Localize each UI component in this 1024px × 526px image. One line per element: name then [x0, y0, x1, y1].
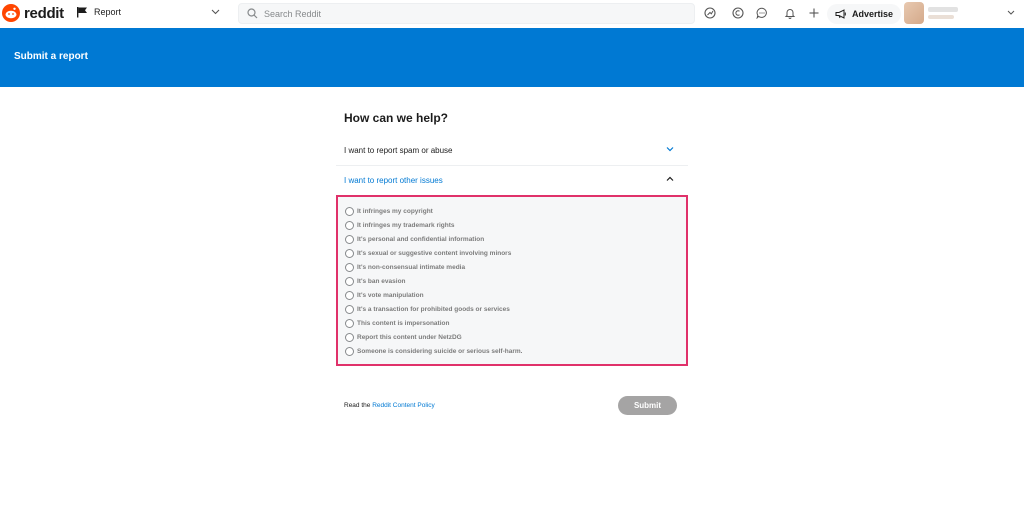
search-icon [247, 8, 258, 19]
submit-button[interactable]: Submit [618, 396, 677, 415]
accordion-label: I want to report spam or abuse [344, 146, 453, 155]
community-switcher-label: Report [94, 7, 122, 17]
radio-button[interactable] [345, 291, 354, 300]
radio-button[interactable] [345, 221, 354, 230]
advertise-label: Advertise [852, 9, 894, 19]
chevron-down-icon[interactable] [211, 9, 220, 15]
report-option-label: It infringes my trademark rights [357, 222, 455, 229]
accordion-report-other[interactable]: I want to report other issues [336, 167, 688, 195]
community-switcher[interactable]: Report [76, 6, 121, 18]
report-option-label: It's sexual or suggestive content involv… [357, 250, 512, 257]
report-option-label: It infringes my copyright [357, 208, 433, 215]
report-option-intimate-media[interactable]: It's non-consensual intimate media [345, 263, 465, 272]
chevron-down-icon[interactable] [1007, 10, 1015, 15]
report-option-impersonation[interactable]: This content is impersonation [345, 319, 449, 328]
radio-button[interactable] [345, 305, 354, 314]
flag-icon [77, 7, 87, 18]
reddit-snoo-icon [2, 4, 20, 22]
radio-button[interactable] [345, 347, 354, 356]
popular-icon[interactable] [701, 4, 719, 22]
search-bar [238, 3, 695, 24]
report-option-label: This content is impersonation [357, 320, 450, 327]
page-title: Submit a report [14, 51, 88, 62]
megaphone-icon [835, 9, 846, 19]
chevron-down-icon [666, 147, 674, 152]
notification-bell-icon[interactable] [781, 4, 799, 22]
report-option-ban-evasion[interactable]: It's ban evasion [345, 277, 406, 286]
radio-button[interactable] [345, 333, 354, 342]
avatar [904, 2, 924, 24]
coins-icon[interactable] [729, 4, 747, 22]
report-option-personal-info[interactable]: It's personal and confidential informati… [345, 235, 484, 244]
report-option-prohibited-goods[interactable]: It's a transaction for prohibited goods … [345, 305, 510, 314]
report-options-list: It infringes my copyright It infringes m… [336, 195, 688, 366]
plus-icon[interactable] [805, 4, 823, 22]
top-navigation-bar: reddit Report Advert [0, 0, 1024, 29]
radio-button[interactable] [345, 249, 354, 258]
report-option-label: It's vote manipulation [357, 292, 424, 299]
reddit-home-logo[interactable]: reddit [2, 4, 64, 22]
report-option-label: It's ban evasion [357, 278, 406, 285]
report-option-label: Report this content under NetzDG [357, 334, 462, 341]
chevron-up-icon [666, 176, 674, 181]
radio-button[interactable] [345, 263, 354, 272]
radio-button[interactable] [345, 277, 354, 286]
report-option-label: It's a transaction for prohibited goods … [357, 306, 510, 313]
radio-button[interactable] [345, 207, 354, 216]
report-option-label: It's personal and confidential informati… [357, 236, 485, 243]
report-option-trademark[interactable]: It infringes my trademark rights [345, 221, 455, 230]
search-input[interactable] [262, 7, 666, 20]
report-option-minors[interactable]: It's sexual or suggestive content involv… [345, 249, 511, 258]
user-menu[interactable] [904, 2, 958, 24]
reddit-wordmark: reddit [24, 4, 64, 22]
form-heading: How can we help? [344, 111, 449, 125]
report-option-vote-manipulation[interactable]: It's vote manipulation [345, 291, 424, 300]
report-option-copyright[interactable]: It infringes my copyright [345, 207, 433, 216]
report-option-label: Someone is considering suicide or seriou… [357, 348, 523, 355]
accordion-label: I want to report other issues [344, 176, 443, 185]
accordion-report-spam[interactable]: I want to report spam or abuse [336, 137, 688, 166]
content-policy-note: Read the Reddit Content Policy [344, 402, 435, 409]
radio-button[interactable] [345, 319, 354, 328]
username-placeholder [928, 7, 958, 19]
page-banner: Submit a report [0, 28, 1024, 87]
content-policy-prefix: Read the [344, 402, 371, 409]
report-option-self-harm[interactable]: Someone is considering suicide or seriou… [345, 347, 522, 356]
content-policy-link[interactable]: Reddit Content Policy [372, 402, 435, 409]
advertise-button[interactable]: Advertise [827, 4, 902, 24]
report-option-label: It's non-consensual intimate media [357, 264, 466, 271]
radio-button[interactable] [345, 235, 354, 244]
report-option-netzdg[interactable]: Report this content under NetzDG [345, 333, 462, 342]
chat-icon[interactable] [753, 4, 771, 22]
